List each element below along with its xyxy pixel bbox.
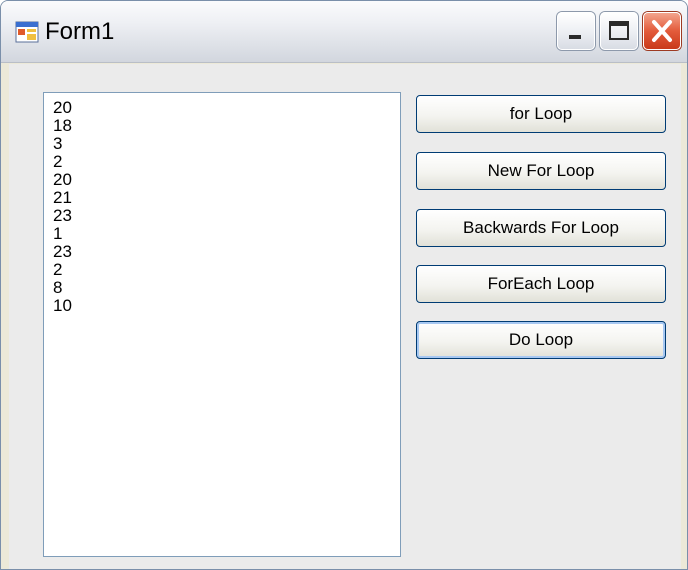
listbox-item[interactable]: 1 bbox=[53, 225, 400, 243]
maximize-icon bbox=[609, 21, 629, 40]
form-client-area: 20 18 3 2 20 21 23 1 23 2 8 10 for Loop New For Loo… bbox=[9, 64, 681, 569]
listbox-item[interactable]: 3 bbox=[53, 135, 400, 153]
listbox-item[interactable]: 18 bbox=[53, 117, 400, 135]
numbers-listbox[interactable]: 20 18 3 2 20 21 23 1 23 2 8 10 bbox=[43, 92, 401, 557]
window-title: Form1 bbox=[45, 18, 115, 45]
do-loop-button[interactable]: Do Loop bbox=[416, 321, 666, 359]
close-icon bbox=[652, 20, 672, 42]
foreach-loop-button[interactable]: ForEach Loop bbox=[416, 265, 666, 303]
listbox-item[interactable]: 8 bbox=[53, 279, 400, 297]
for-loop-button[interactable]: for Loop bbox=[416, 95, 666, 133]
minimize-button[interactable] bbox=[557, 12, 595, 50]
listbox-item[interactable]: 20 bbox=[53, 171, 400, 189]
maximize-button[interactable] bbox=[600, 12, 638, 50]
listbox-item[interactable]: 21 bbox=[53, 189, 400, 207]
listbox-item[interactable]: 2 bbox=[53, 153, 400, 171]
form-app-icon bbox=[15, 21, 39, 43]
title-bar[interactable]: Form1 bbox=[1, 1, 687, 63]
listbox-item[interactable]: 23 bbox=[53, 207, 400, 225]
form1-window: Form1 20 18 3 2 20 21 23 1 23 2 8 10 for Loop New F… bbox=[0, 0, 688, 570]
new-for-loop-button[interactable]: New For Loop bbox=[416, 152, 666, 190]
listbox-item[interactable]: 20 bbox=[53, 99, 400, 117]
listbox-item[interactable]: 23 bbox=[53, 243, 400, 261]
listbox-item[interactable]: 10 bbox=[53, 297, 400, 315]
backwards-for-loop-button[interactable]: Backwards For Loop bbox=[416, 209, 666, 247]
close-button[interactable] bbox=[643, 12, 681, 50]
listbox-item[interactable]: 2 bbox=[53, 261, 400, 279]
minimize-icon bbox=[569, 35, 581, 39]
